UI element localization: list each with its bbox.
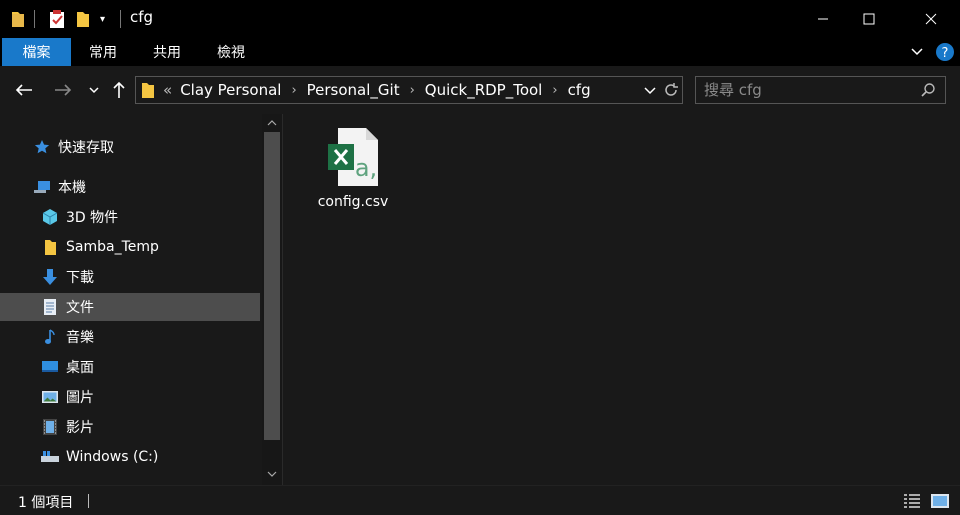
scroll-down-icon[interactable] — [262, 465, 282, 483]
chevron-down-icon — [89, 87, 99, 94]
customize-quick-access-icon[interactable]: ▾ — [100, 8, 105, 30]
search-input[interactable] — [704, 80, 914, 100]
sidebar-scrollbar[interactable] — [262, 114, 282, 485]
sidebar-item-this-pc[interactable]: 本機 — [0, 173, 260, 201]
back-arrow-icon — [15, 84, 32, 96]
file-item[interactable]: a, config.csv — [313, 124, 393, 210]
chevron-down-icon — [644, 87, 656, 95]
search-box[interactable] — [695, 76, 946, 104]
breadcrumb-item[interactable]: Personal_Git — [307, 81, 400, 99]
scrollbar-thumb[interactable] — [264, 132, 280, 440]
expand-ribbon-icon[interactable] — [910, 44, 924, 62]
recent-locations-button[interactable] — [82, 78, 106, 102]
address-bar[interactable]: « Clay Personal › Personal_Git › Quick_R… — [135, 76, 683, 104]
item-count: 1 個項目 — [18, 495, 74, 511]
close-button[interactable] — [908, 0, 954, 38]
excel-csv-icon: a, — [326, 126, 380, 192]
ribbon-tabs: 檔案 常用 共用 檢視 ? — [0, 38, 960, 66]
folder-icon — [141, 81, 155, 99]
breadcrumb-item[interactable]: Clay Personal — [180, 81, 281, 99]
breadcrumb-item[interactable]: Quick_RDP_Tool — [425, 81, 543, 99]
sidebar-item-label: 音樂 — [66, 330, 94, 346]
navigation-bar: « Clay Personal › Personal_Git › Quick_R… — [0, 66, 960, 114]
star-icon — [32, 137, 52, 157]
sidebar-item-downloads[interactable]: 下載 — [0, 263, 260, 291]
sidebar-item-videos[interactable]: 影片 — [0, 413, 260, 441]
tab-share[interactable]: 共用 — [136, 38, 198, 66]
back-button[interactable] — [12, 78, 36, 102]
window-title: cfg — [130, 8, 154, 26]
sidebar-item-documents[interactable]: 文件 — [0, 293, 260, 321]
breadcrumb-overflow[interactable]: « — [163, 81, 172, 99]
cube-icon — [40, 207, 60, 227]
forward-button[interactable] — [51, 78, 75, 102]
minimize-button[interactable] — [800, 0, 846, 38]
maximize-icon — [863, 13, 875, 25]
up-button[interactable] — [107, 78, 131, 102]
sidebar-item-label: 文件 — [66, 300, 94, 316]
new-folder-icon[interactable] — [75, 8, 91, 30]
sidebar-item-label: 3D 物件 — [66, 210, 119, 226]
svg-text:a,: a, — [355, 154, 377, 182]
folder-icon — [40, 237, 60, 257]
desktop-icon — [40, 357, 60, 377]
navigation-pane: 快速存取 本機 3D 物件 Samba_Temp 下載 文件 音樂 桌面 圖片 … — [0, 114, 262, 485]
scroll-up-icon[interactable] — [262, 114, 282, 132]
sidebar-item-quick-access[interactable]: 快速存取 — [0, 133, 260, 161]
details-view-button[interactable] — [901, 490, 923, 512]
title-bar: ▾ cfg — [0, 0, 960, 38]
sidebar-item-3d-objects[interactable]: 3D 物件 — [0, 203, 260, 231]
chevron-right-icon[interactable]: › — [410, 83, 415, 98]
chevron-right-icon[interactable]: › — [552, 83, 557, 98]
breadcrumb-item[interactable]: cfg — [568, 81, 591, 99]
sidebar-item-label: 圖片 — [66, 390, 94, 406]
music-icon — [40, 327, 60, 347]
up-arrow-icon — [113, 81, 125, 98]
properties-icon[interactable] — [48, 8, 66, 30]
svg-text:?: ? — [942, 46, 949, 61]
forward-arrow-icon — [55, 84, 72, 96]
sidebar-item-label: 桌面 — [66, 360, 94, 376]
chevron-right-icon[interactable]: › — [291, 83, 296, 98]
main-area: 快速存取 本機 3D 物件 Samba_Temp 下載 文件 音樂 桌面 圖片 … — [0, 114, 960, 485]
sidebar-item-label: 快速存取 — [58, 140, 114, 156]
address-history-button[interactable] — [643, 83, 657, 97]
download-icon — [40, 267, 60, 287]
document-icon — [40, 297, 60, 317]
refresh-icon — [665, 83, 678, 96]
sidebar-item-label: Windows (C:) — [66, 449, 159, 465]
file-list: a, config.csv — [282, 114, 960, 485]
computer-icon — [32, 177, 52, 197]
sidebar-item-label: 本機 — [58, 180, 86, 196]
tab-file[interactable]: 檔案 — [2, 38, 71, 66]
help-icon[interactable]: ? — [935, 42, 955, 66]
folder-icon — [10, 8, 26, 30]
details-view-icon — [904, 494, 920, 508]
search-icon[interactable] — [920, 82, 936, 98]
tab-view[interactable]: 檢視 — [200, 38, 262, 66]
file-name: config.csv — [317, 194, 389, 210]
sidebar-item-windows-c[interactable]: Windows (C:) — [0, 443, 260, 471]
sidebar-item-music[interactable]: 音樂 — [0, 323, 260, 351]
drive-icon — [40, 447, 60, 467]
large-icons-view-button[interactable] — [929, 490, 951, 512]
sidebar-item-label: 影片 — [66, 420, 94, 436]
large-icons-view-icon — [931, 494, 949, 508]
tab-home[interactable]: 常用 — [72, 38, 134, 66]
pictures-icon — [40, 387, 60, 407]
status-bar: 1 個項目 — [0, 485, 960, 515]
close-icon — [925, 13, 937, 25]
maximize-button[interactable] — [846, 0, 892, 38]
sidebar-item-pictures[interactable]: 圖片 — [0, 383, 260, 411]
minimize-icon — [818, 18, 828, 20]
sidebar-item-samba-temp[interactable]: Samba_Temp — [0, 233, 260, 261]
video-icon — [40, 417, 60, 437]
sidebar-item-label: 下載 — [66, 270, 94, 286]
sidebar-item-label: Samba_Temp — [66, 239, 159, 255]
refresh-button[interactable] — [663, 82, 679, 98]
sidebar-item-desktop[interactable]: 桌面 — [0, 353, 260, 381]
